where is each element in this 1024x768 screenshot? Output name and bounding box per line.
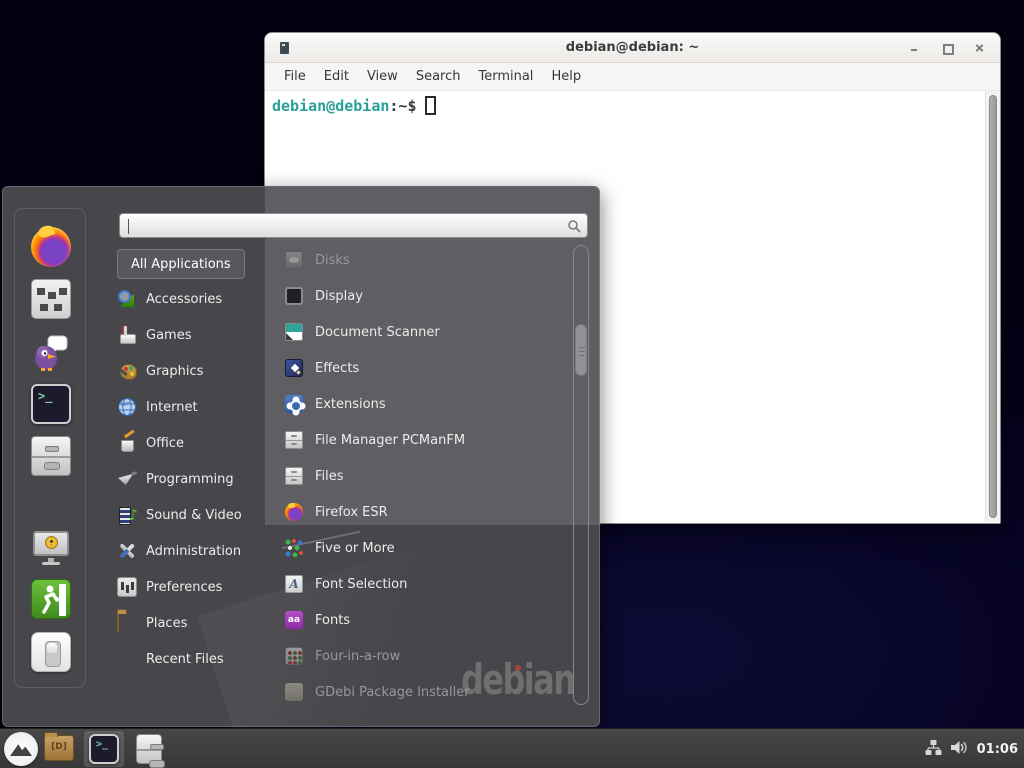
search-input[interactable] <box>128 217 558 235</box>
app-menu-button[interactable] <box>4 732 38 766</box>
file-manager-button[interactable]: [D] <box>44 735 74 761</box>
shutdown-icon[interactable] <box>31 632 71 672</box>
firefox-icon[interactable] <box>31 227 71 267</box>
category-administration[interactable]: Administration <box>117 533 267 569</box>
app-effects[interactable]: Effects <box>285 350 557 386</box>
menu-file[interactable]: File <box>275 66 315 87</box>
app-gdebi-package-installer[interactable]: GDebi Package Installer <box>285 674 557 710</box>
gdebi-icon <box>285 683 303 701</box>
settings-panel-icon[interactable] <box>31 279 71 319</box>
app-font-selection[interactable]: AFont Selection <box>285 566 557 602</box>
category-programming[interactable]: Programming <box>117 461 267 497</box>
file-cabinet-icon <box>285 431 303 449</box>
firefox-icon <box>285 503 303 521</box>
category-office[interactable]: Office <box>117 425 267 461</box>
network-icon[interactable] <box>925 739 942 760</box>
clock[interactable]: 01:06 <box>977 742 1018 757</box>
minimize-icon[interactable] <box>908 42 920 54</box>
category-graphics[interactable]: Graphics <box>117 353 267 389</box>
menu-scrollbar[interactable] <box>573 245 589 705</box>
monitor-base <box>42 562 60 565</box>
recent-files-spacer <box>117 649 137 669</box>
office-icon <box>117 433 137 453</box>
category-label: All Applications <box>131 257 231 272</box>
pidgin-icon[interactable] <box>31 332 71 372</box>
app-display[interactable]: Display <box>285 278 557 314</box>
extensions-icon <box>285 395 303 413</box>
sound-video-icon <box>117 505 137 525</box>
terminal-scrollbar-thumb[interactable] <box>989 95 997 518</box>
programming-icon <box>117 469 137 489</box>
terminal-menubar: File Edit View Search Terminal Help <box>265 63 1000 91</box>
app-disks[interactable]: Disks <box>285 242 557 278</box>
category-internet[interactable]: Internet <box>117 389 267 425</box>
disks-icon <box>285 251 303 269</box>
menu-scrollbar-thumb[interactable] <box>575 324 587 376</box>
accessories-icon <box>117 289 137 309</box>
keyhole <box>50 540 53 543</box>
menu-edit[interactable]: Edit <box>315 66 358 87</box>
internet-globe-icon <box>117 397 137 417</box>
prompt-user-host: debian@debian <box>272 97 389 115</box>
menu-view[interactable]: View <box>358 66 407 87</box>
app-document-scanner[interactable]: Document Scanner <box>285 314 557 350</box>
category-sound-video[interactable]: Sound & Video <box>117 497 267 533</box>
terminal-prompt: debian@debian:~$ <box>272 96 436 115</box>
file-cabinet-icon[interactable] <box>31 436 71 476</box>
category-recent-files[interactable]: Recent Files <box>117 641 267 677</box>
app-five-or-more[interactable]: Five or More <box>285 530 557 566</box>
maximize-icon[interactable] <box>941 42 953 54</box>
effects-icon <box>285 359 303 377</box>
app-fonts[interactable]: aaFonts <box>285 602 557 638</box>
fonts-icon: aa <box>285 611 303 629</box>
app-four-in-a-row[interactable]: Four-in-a-row <box>285 638 557 674</box>
terminal-cursor <box>425 96 436 115</box>
document-scanner-icon <box>285 323 303 341</box>
favorites-sidebar <box>14 208 86 688</box>
application-menu: debian <box>2 186 600 727</box>
terminal-icon[interactable] <box>31 384 71 424</box>
category-accessories[interactable]: Accessories <box>117 281 267 317</box>
prompt-path: :~$ <box>389 97 416 115</box>
terminal-icon <box>89 734 119 764</box>
taskbar: [D] 01:06 <box>0 728 1024 768</box>
display-icon <box>285 287 303 305</box>
app-file-manager-pcmanfm[interactable]: File Manager PCManFM <box>285 422 557 458</box>
folder-emblem: [D] <box>45 742 73 752</box>
preferences-icon <box>117 577 137 597</box>
category-places[interactable]: Places <box>117 605 267 641</box>
terminal-app-icon <box>280 42 289 54</box>
menu-help[interactable]: Help <box>542 66 590 87</box>
close-icon[interactable] <box>974 42 986 54</box>
category-all-applications[interactable]: All Applications <box>117 249 245 279</box>
terminal-titlebar[interactable]: debian@debian: ~ <box>265 33 1000 63</box>
category-preferences[interactable]: Preferences <box>117 569 267 605</box>
administration-icon <box>117 541 137 561</box>
file-cabinet-icon <box>285 467 303 485</box>
files-taskbar-button[interactable] <box>136 734 162 764</box>
games-icon <box>117 325 137 345</box>
system-tray: 01:06 <box>925 729 1018 768</box>
five-or-more-icon <box>285 539 303 557</box>
four-in-a-row-icon <box>285 647 303 665</box>
category-games[interactable]: Games <box>117 317 267 353</box>
search-box[interactable] <box>119 213 588 238</box>
scrollbar-grip <box>579 347 585 357</box>
terminal-taskbar-button[interactable] <box>84 731 124 767</box>
lock-screen-icon[interactable] <box>31 527 71 567</box>
search-icon <box>567 219 581 233</box>
graphics-icon <box>117 361 137 381</box>
app-extensions[interactable]: Extensions <box>285 386 557 422</box>
terminal-window-title: debian@debian: ~ <box>265 40 1000 55</box>
font-selection-icon: A <box>285 575 303 593</box>
logout-icon[interactable] <box>31 579 71 619</box>
menu-search[interactable]: Search <box>407 66 470 87</box>
menu-terminal[interactable]: Terminal <box>469 66 542 87</box>
app-firefox-esr[interactable]: Firefox ESR <box>285 494 557 530</box>
volume-icon[interactable] <box>950 739 969 760</box>
places-folder-icon <box>117 612 119 633</box>
terminal-scrollbar[interactable] <box>985 91 1000 522</box>
app-files[interactable]: Files <box>285 458 557 494</box>
